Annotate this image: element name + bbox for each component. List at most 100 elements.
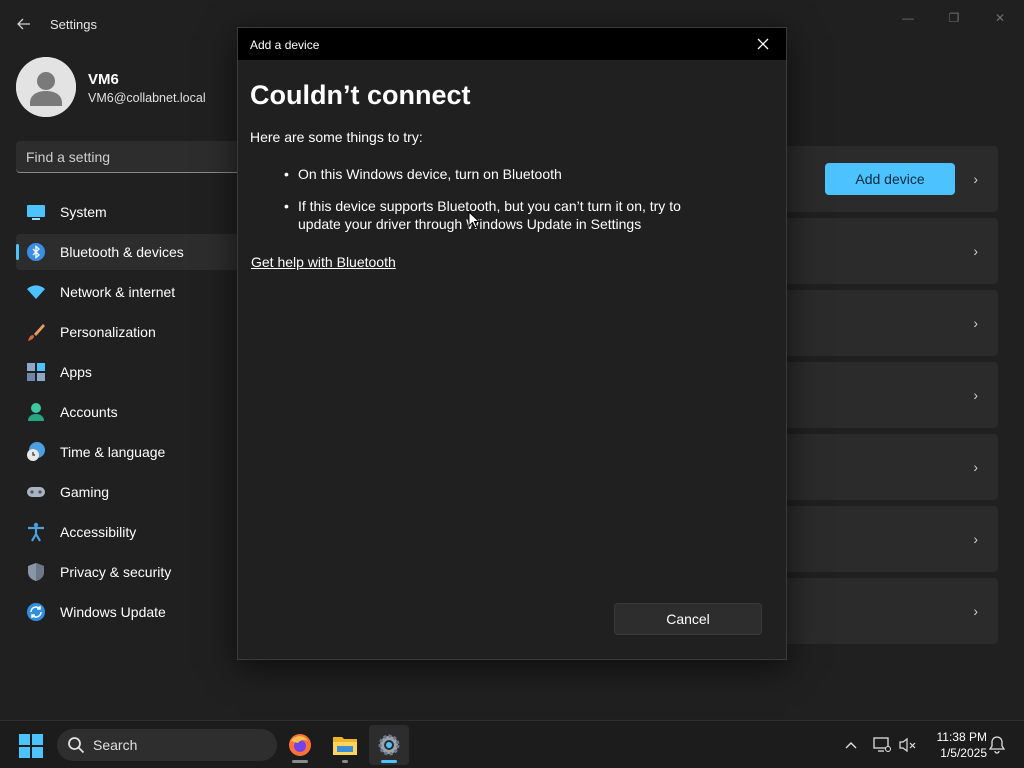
maximize-button[interactable]: ❐ [934, 6, 974, 30]
settings-icon [378, 734, 400, 756]
settings-card[interactable]: › [770, 362, 998, 428]
volume-tray-button[interactable] [898, 735, 918, 755]
avatar[interactable] [16, 57, 76, 117]
taskbar-app-settings[interactable] [369, 725, 409, 765]
dialog-title-bar: Add a device [238, 28, 786, 60]
minimize-button[interactable]: — [888, 6, 928, 30]
firefox-icon [289, 734, 311, 756]
sidebar-item-label: Apps [60, 364, 92, 380]
running-indicator [342, 760, 348, 763]
sidebar-item-label: Privacy & security [60, 564, 172, 580]
bell-icon [989, 736, 1005, 754]
close-window-button[interactable]: ✕ [980, 6, 1020, 30]
taskbar-search[interactable]: Search [57, 729, 277, 761]
notifications-button[interactable] [987, 735, 1007, 755]
clock-date: 1/5/2025 [940, 746, 987, 760]
close-icon: ✕ [994, 11, 1006, 25]
sidebar-item-system[interactable]: System [16, 194, 240, 230]
settings-card[interactable]: › [770, 290, 998, 356]
sidebar-item-label: Bluetooth & devices [60, 244, 184, 260]
taskbar-clock[interactable]: 11:38 PM 1/5/2025 [925, 729, 987, 761]
chevron-right-icon: › [973, 603, 978, 619]
tip-item: On this Windows device, turn on Bluetoot… [284, 165, 726, 183]
chevron-right-icon: › [973, 243, 978, 259]
sidebar-item-windows-update[interactable]: Windows Update [16, 594, 240, 630]
sidebar-item-personalization[interactable]: Personalization [16, 314, 240, 350]
sidebar-item-time-language[interactable]: Time & language [16, 434, 240, 470]
tips-list: On this Windows device, turn on Bluetoot… [284, 165, 726, 247]
sidebar-item-gaming[interactable]: Gaming [16, 474, 240, 510]
user-email: VM6@collabnet.local [88, 91, 206, 105]
dialog-title: Add a device [250, 38, 320, 52]
find-setting-input[interactable] [16, 141, 246, 172]
show-hidden-icons-button[interactable] [841, 735, 861, 755]
dialog-heading: Couldn’t connect [250, 80, 471, 110]
sidebar-item-label: System [60, 204, 107, 220]
sidebar-item-accessibility[interactable]: Accessibility [16, 514, 240, 550]
settings-card[interactable]: › [770, 578, 998, 644]
add-device-dialog: Add a device Couldn’t connect Here are s… [237, 27, 787, 660]
accessibility-icon [26, 522, 46, 542]
mouse-cursor-icon [468, 211, 480, 229]
user-avatar-icon [16, 57, 76, 117]
gamepad-icon [26, 482, 46, 502]
sidebar-item-privacy[interactable]: Privacy & security [16, 554, 240, 590]
file-explorer-icon [333, 737, 357, 755]
settings-card[interactable]: › [770, 218, 998, 284]
clock-time: 11:38 PM [936, 730, 987, 744]
minimize-icon: — [902, 11, 914, 25]
running-indicator [292, 760, 308, 763]
taskbar-app-file-explorer[interactable] [325, 725, 365, 765]
chevron-right-icon: › [973, 459, 978, 475]
chevron-right-icon: › [973, 315, 978, 331]
sidebar-item-label: Personalization [60, 324, 156, 340]
bluetooth-help-link[interactable]: Get help with Bluetooth [251, 254, 396, 270]
chevron-right-icon: › [973, 387, 978, 403]
shield-icon [26, 562, 46, 582]
back-button[interactable] [12, 12, 36, 36]
restore-icon: ❐ [948, 11, 960, 25]
active-indicator [381, 760, 397, 763]
sidebar-nav: System Bluetooth & devices Network & int… [16, 194, 240, 634]
volume-muted-icon [899, 737, 916, 753]
chevron-right-icon[interactable]: › [973, 171, 978, 187]
sidebar-item-label: Time & language [60, 444, 166, 460]
taskbar-app-firefox[interactable] [280, 725, 320, 765]
accounts-icon [26, 402, 46, 422]
sidebar-item-label: Network & internet [60, 284, 176, 300]
find-setting-box[interactable] [16, 141, 246, 173]
sidebar-item-bluetooth[interactable]: Bluetooth & devices [16, 234, 240, 270]
wifi-icon [26, 282, 46, 302]
dialog-close-button[interactable] [748, 32, 778, 56]
app-title: Settings [50, 17, 97, 32]
system-icon [26, 202, 46, 222]
sidebar-item-network[interactable]: Network & internet [16, 274, 240, 310]
apps-icon [26, 362, 46, 382]
close-icon [757, 38, 769, 50]
back-arrow-icon [17, 18, 30, 30]
sidebar-item-label: Windows Update [60, 604, 166, 620]
taskbar: Search 11:38 PM 1/5/2025 [0, 720, 1024, 768]
sidebar-item-accounts[interactable]: Accounts [16, 394, 240, 430]
user-name: VM6 [88, 71, 119, 88]
sidebar-item-label: Accounts [60, 404, 118, 420]
windows-logo-icon [19, 734, 43, 758]
dialog-intro: Here are some things to try: [250, 129, 423, 145]
settings-card[interactable]: › [770, 434, 998, 500]
update-icon [26, 602, 46, 622]
settings-card[interactable]: › [770, 506, 998, 572]
add-device-button[interactable]: Add device [825, 163, 955, 195]
taskbar-search-label: Search [93, 737, 138, 753]
sidebar-item-label: Gaming [60, 484, 110, 500]
start-button[interactable] [18, 733, 44, 759]
sidebar-item-apps[interactable]: Apps [16, 354, 240, 390]
network-icon [873, 737, 891, 752]
network-tray-button[interactable] [872, 735, 892, 755]
bluetooth-icon [26, 242, 46, 262]
chevron-right-icon: › [973, 531, 978, 547]
tip-item: If this device supports Bluetooth, but y… [284, 197, 726, 233]
sidebar-item-label: Accessibility [60, 524, 137, 540]
search-icon [68, 737, 85, 754]
cancel-button[interactable]: Cancel [614, 603, 762, 635]
brush-icon [26, 322, 46, 342]
